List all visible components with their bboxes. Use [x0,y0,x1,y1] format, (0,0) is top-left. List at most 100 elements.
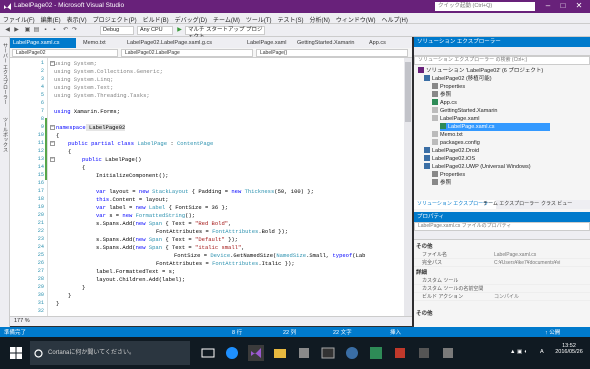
type-dropdown[interactable]: LabelPage02.LabelPage [121,49,253,57]
terminal-icon[interactable] [320,345,336,361]
undo-icon[interactable]: ↶ [62,27,69,34]
task-view-icon[interactable] [200,345,216,361]
scrollbar-thumb[interactable] [405,62,411,122]
code-line-28: layout.Children.Add(label); [96,276,186,283]
tree-item-uwp[interactable]: LabelPage02.UWP (Universal Windows) [424,163,531,171]
tab-memo-txt[interactable]: Memo.txt [80,38,120,48]
line-number: 9 [40,124,44,130]
tree-item-properties[interactable]: Properties [432,83,465,91]
tab-getting-started[interactable]: GettingStarted.Xamarin [294,38,362,48]
app-icon[interactable] [416,345,432,361]
property-row[interactable]: ビルド アクション コンパイル [414,293,590,301]
windows-start-icon[interactable] [10,347,22,359]
code-line-20: var s = new FormattedString(); [96,212,196,219]
property-row[interactable]: カスタム ツールの名前空間 [414,285,590,293]
forward-icon[interactable]: ▶ [13,27,20,34]
visual-studio-taskbar-icon[interactable] [248,345,264,361]
changed-lines-marker [45,118,47,180]
back-icon[interactable]: ◀ [4,27,11,34]
tree-item-labelpage-xaml[interactable]: LabelPage.xaml [432,115,479,123]
save-icon[interactable]: ▪ [42,27,49,34]
close-icon[interactable]: ✕ [572,1,586,11]
properties-category-advanced[interactable]: 詳細 [416,268,427,276]
property-row[interactable]: カスタム ツール [414,277,590,285]
tab-class-view[interactable]: クラス ビュー [538,200,575,209]
tree-item-ios[interactable]: LabelPage02.iOS [424,155,475,163]
code-line-13: public LabelPage() [82,156,142,163]
tab-labelpage-g-cs[interactable]: LabelPage02.LabelPage.xaml.g.cs [124,38,240,48]
tree-item-getting-started[interactable]: GettingStarted.Xamarin [432,107,497,115]
app-icon[interactable] [344,345,360,361]
line-number: 12 [37,148,44,154]
redo-icon[interactable]: ↷ [71,27,78,34]
save-all-icon[interactable]: ▪ [51,27,58,34]
properties-object-select[interactable]: LabelPage.xaml.cs ファイルのプロパティ [414,222,590,231]
code-line-18: this.Content = layout; [96,196,169,203]
property-row[interactable]: ファイル名 LabelPage.xaml.cs [414,251,590,259]
vertical-scrollbar[interactable] [404,58,412,316]
notification-icons[interactable]: ▲ ▣ ◖ [510,349,527,355]
fold-namespace-toggle[interactable]: − [50,125,55,130]
line-number: 16 [37,180,44,186]
code-line-2: using System.Collections.Generic; [54,68,163,75]
tab-labelpage-xaml[interactable]: LabelPage.xaml [244,38,290,48]
line-number: 11 [37,140,44,146]
tab-team-explorer[interactable]: チーム エクスプローラー [480,200,542,209]
tree-item-packages-config[interactable]: packages.config [432,139,480,147]
clock[interactable]: 13:52 2016/05/26 [552,343,586,355]
tree-item-uwp-references[interactable]: 参照 [432,179,451,187]
line-number: 29 [37,284,44,290]
app-icon[interactable] [440,345,456,361]
zoom-level[interactable]: 177 % [14,318,30,324]
toolbox-tab[interactable]: ツールボックス [1,117,9,152]
tree-item-uwp-properties[interactable]: Properties [432,171,465,179]
tree-item-labelpage-xaml-cs[interactable]: LabelPage.xaml.cs [440,123,550,131]
new-project-icon[interactable]: ▣ [24,27,31,34]
line-number: 28 [37,276,44,282]
quick-launch-input[interactable]: クイック起動 (Ctrl+Q) [435,2,535,11]
property-row[interactable]: 完全パス C:¥Users¥ike7¥documents¥vi [414,259,590,267]
open-icon[interactable]: ▤ [33,27,40,34]
line-number: 2 [40,68,44,74]
properties-description-title: その他 [416,311,433,317]
ime-indicator[interactable]: A [540,349,544,355]
code-line-1: using System; [54,60,97,67]
app-icon[interactable] [392,345,408,361]
edge-browser-icon[interactable] [224,345,240,361]
code-line-31: } [56,300,60,307]
server-explorer-tab[interactable]: サーバー エクスプローラー [1,43,9,104]
tab-labelpage-xaml-cs[interactable]: LabelPage.xaml.cs [10,38,76,48]
app-icon[interactable] [368,345,384,361]
tree-item-project[interactable]: LabelPage02 (移植可能) [424,75,492,83]
startup-select[interactable]: マルチ スタートアップ プロジェクト [185,26,265,40]
member-dropdown[interactable]: LabelPage() [256,49,408,57]
tree-item-solution[interactable]: ソリューション 'LabelPage02' (6 プロジェクト) [418,67,543,75]
line-number: 10 [37,132,44,138]
line-number: 3 [40,76,44,82]
maximize-icon[interactable]: □ [556,1,570,11]
start-icon[interactable]: ▶ [176,27,183,34]
line-number: 21 [37,220,44,226]
cortana-search[interactable]: Cortanaに何か聞いてください。 [30,341,190,365]
code-line-30: } [68,292,72,299]
app-icon[interactable] [296,345,312,361]
publish-button[interactable]: ↑ 公開 [545,328,560,336]
line-number: 6 [40,100,44,106]
tree-item-droid[interactable]: LabelPage02.Droid [424,147,479,155]
minimize-icon[interactable]: – [541,1,555,11]
properties-category-misc[interactable]: その他 [416,242,433,250]
tree-item-memo[interactable]: Memo.txt [432,131,463,139]
fold-ctor-toggle[interactable]: − [50,157,55,162]
tree-item-references[interactable]: 参照 [432,91,451,99]
fold-class-toggle[interactable]: − [50,141,55,146]
platform-select[interactable]: Any CPU [137,26,173,35]
code-editor[interactable]: 1 2 3 4 5 6 7 8 9 10 11 12 13 14 15 16 17 18 19 20 21 22 23 24 2… [10,58,412,316]
config-select[interactable]: Debug [100,26,134,35]
tree-item-app-cs[interactable]: App.cs [432,99,457,107]
project-dropdown[interactable]: LabelPage02 [12,49,118,57]
code-line-21: s.Spans.Add(new Span { Text = "Red Bold"… [96,220,232,227]
tab-app-cs[interactable]: App.cs [366,38,396,48]
file-explorer-icon[interactable] [272,345,288,361]
left-tool-tabs: サーバー エクスプローラー ツールボックス [0,37,10,327]
solution-search-input[interactable]: ソリューション エクスプローラー の検索 (Ctrl+;) [414,56,590,65]
